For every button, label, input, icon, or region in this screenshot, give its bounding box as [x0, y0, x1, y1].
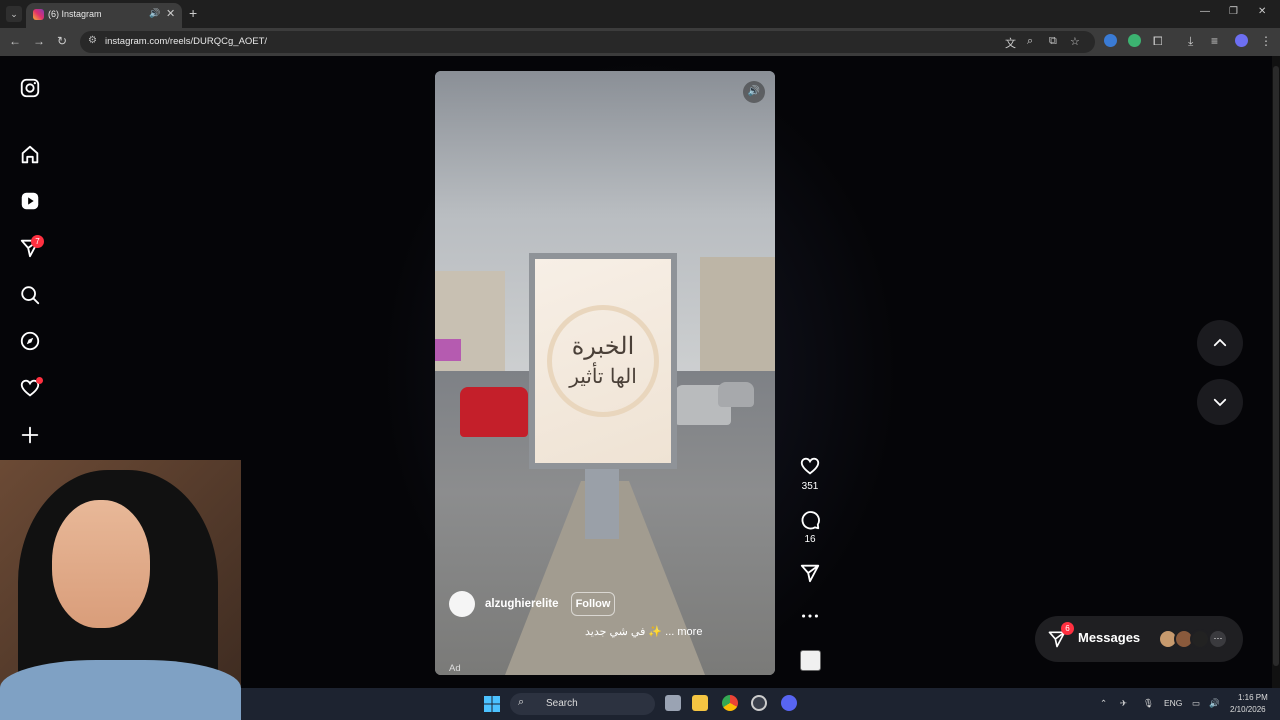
- tab-close-icon[interactable]: ✕: [166, 7, 175, 20]
- previous-reel-button[interactable]: [1197, 320, 1243, 366]
- webcam-overlay: [0, 460, 241, 720]
- extensions-icon[interactable]: ⧠: [1153, 34, 1163, 49]
- chevron-up-icon: [1213, 338, 1227, 347]
- forward-icon[interactable]: →: [33, 34, 45, 48]
- search-icon[interactable]: [19, 284, 41, 306]
- webcam-person-jacket: [0, 660, 241, 720]
- billboard-text-line1: الخبرة: [571, 332, 635, 360]
- windows-start-icon[interactable]: [484, 696, 500, 712]
- display-icon[interactable]: ▭: [1192, 698, 1200, 709]
- video-red-car: [460, 387, 528, 437]
- reading-list-icon[interactable]: ≡: [1211, 34, 1218, 48]
- reel-video[interactable]: الخبرة الها تأثير 🔊 alzughierelite Follo…: [435, 71, 775, 675]
- task-view-icon[interactable]: [665, 695, 681, 711]
- billboard-face: الخبرة الها تأثير: [535, 259, 671, 463]
- url-text: instagram.com/reels/DURQCg_AOET/: [105, 36, 268, 47]
- video-distant-car: [718, 382, 754, 407]
- reels-icon[interactable]: [19, 190, 41, 212]
- explore-compass-icon[interactable]: [19, 330, 41, 352]
- instagram-logo-icon[interactable]: [19, 77, 41, 99]
- video-building-right: [700, 257, 775, 387]
- downloads-icon[interactable]: ⤓: [1188, 34, 1193, 49]
- restore-icon[interactable]: ❐: [1229, 6, 1238, 17]
- like-count: 351: [801, 481, 819, 492]
- next-reel-button[interactable]: [1197, 379, 1243, 425]
- more-options-icon[interactable]: [799, 605, 821, 627]
- tab-search-icon[interactable]: ⌄: [6, 6, 22, 22]
- discord-taskbar-icon[interactable]: [781, 695, 797, 711]
- taskbar-app-icon[interactable]: [751, 695, 767, 711]
- message-avatar: [1190, 629, 1210, 649]
- original-audio-thumbnail[interactable]: [800, 650, 821, 671]
- share-icon[interactable]: [799, 562, 821, 584]
- clock-time[interactable]: 1:16 PM: [1238, 693, 1268, 702]
- billboard-pole: [585, 469, 619, 539]
- messages-label: Messages: [1078, 630, 1141, 645]
- taskbar-search-label: Search: [546, 698, 578, 709]
- bookmark-star-icon[interactable]: ☆: [1070, 35, 1080, 48]
- reel-author-username[interactable]: alzughierelite: [485, 598, 559, 610]
- taskbar-search-icon: ⌕: [518, 696, 525, 708]
- billboard-emblem: الخبرة الها تأثير: [547, 305, 659, 417]
- taskbar-search[interactable]: ⌕ Search: [510, 693, 655, 715]
- volume-icon[interactable]: 🔊: [1209, 698, 1220, 709]
- extension-shield-icon[interactable]: [1128, 34, 1141, 47]
- microphone-icon[interactable]: 🎙: [1143, 698, 1154, 709]
- like-heart-icon[interactable]: [799, 455, 821, 477]
- chevron-down-icon: [1213, 398, 1227, 407]
- new-tab-icon[interactable]: +: [189, 5, 197, 21]
- notifications-badge: 7: [31, 235, 44, 248]
- messages-badge: 6: [1061, 622, 1074, 635]
- reel-caption[interactable]: في شي جديد ✨ ... more: [585, 625, 702, 638]
- follow-button[interactable]: Follow: [571, 592, 615, 616]
- chrome-menu-icon[interactable]: ⋮: [1260, 34, 1272, 48]
- comment-count: 16: [804, 534, 816, 545]
- address-bar[interactable]: ⚙ instagram.com/reels/DURQCg_AOET/ 文 ⌕ ⧉…: [80, 31, 1095, 53]
- tab-title: (6) Instagram: [48, 9, 102, 19]
- window-close-icon[interactable]: ✕: [1258, 6, 1266, 17]
- activity-dot: [36, 377, 43, 384]
- webcam-person-face: [52, 500, 150, 628]
- more-avatars-icon: ⋯: [1208, 629, 1228, 649]
- chrome-taskbar-icon[interactable]: [722, 695, 738, 711]
- cast-icon[interactable]: ⧉: [1049, 35, 1057, 48]
- audio-toggle-icon[interactable]: 🔊: [743, 81, 765, 103]
- comment-icon[interactable]: [799, 509, 821, 531]
- translate-icon[interactable]: 文: [1005, 35, 1016, 51]
- profile-avatar[interactable]: [1235, 34, 1248, 47]
- tab-audio-icon[interactable]: 🔊: [149, 8, 160, 19]
- create-plus-icon[interactable]: [19, 424, 41, 446]
- home-icon[interactable]: [19, 144, 41, 166]
- extension-blue-icon[interactable]: [1104, 34, 1117, 47]
- ad-label: Ad: [449, 663, 461, 674]
- file-explorer-icon[interactable]: [692, 695, 708, 711]
- back-icon[interactable]: ←: [9, 34, 21, 48]
- billboard-text-line2: الها تأثير: [569, 364, 637, 388]
- tray-overflow-icon[interactable]: ⌃: [1100, 698, 1107, 709]
- language-indicator[interactable]: ENG: [1164, 698, 1182, 708]
- browser-tab-strip: ⌄ (6) Instagram 🔊 ✕ + — ❐ ✕: [0, 0, 1280, 28]
- page-scrollbar-thumb[interactable]: [1273, 66, 1279, 666]
- reload-icon[interactable]: ↻: [57, 34, 67, 48]
- video-sign: [435, 339, 461, 361]
- reel-author-avatar[interactable]: [449, 591, 475, 617]
- site-info-icon[interactable]: ⚙: [88, 35, 97, 46]
- clock-date[interactable]: 2/10/2026: [1230, 705, 1266, 714]
- browser-toolbar: ← → ↻ ⚙ instagram.com/reels/DURQCg_AOET/…: [0, 28, 1280, 56]
- billboard: الخبرة الها تأثير: [529, 253, 677, 469]
- instagram-favicon-icon: [33, 9, 44, 20]
- zoom-icon[interactable]: ⌕: [1027, 35, 1033, 48]
- messages-button[interactable]: 6 Messages ⋯: [1035, 616, 1243, 662]
- network-icon[interactable]: ✈: [1120, 698, 1127, 709]
- browser-tab[interactable]: (6) Instagram 🔊 ✕: [26, 3, 182, 28]
- minimize-icon[interactable]: —: [1200, 6, 1210, 17]
